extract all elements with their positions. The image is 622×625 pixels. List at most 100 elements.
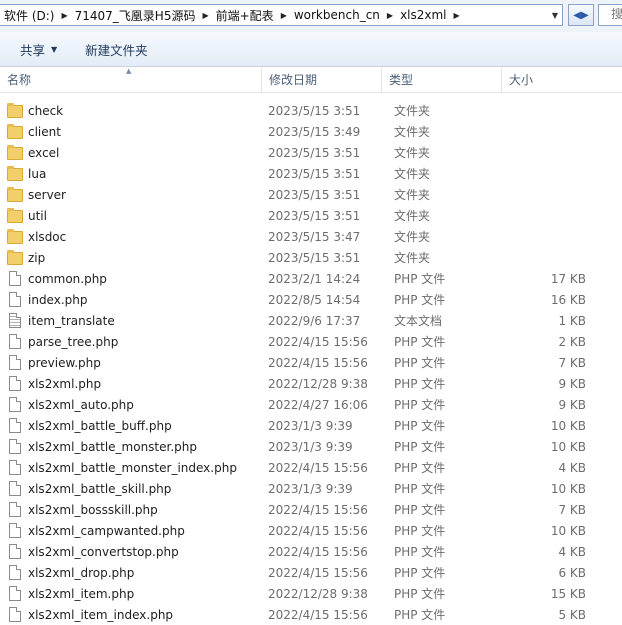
file-type: PHP 文件 [394, 398, 446, 412]
file-row[interactable]: client 2023/5/15 3:49 文件夹 [0, 121, 622, 142]
file-date: 2022/4/15 15:56 [268, 607, 368, 622]
breadcrumb-label: 软件 (D:) [4, 8, 55, 23]
file-type: PHP 文件 [394, 293, 446, 307]
file-name: excel [28, 145, 60, 160]
file-date: 2023/5/15 3:49 [268, 124, 361, 139]
column-size-label: 大小 [509, 73, 534, 87]
file-name-cell: xls2xml_item.php [0, 586, 262, 601]
file-row[interactable]: xls2xml_item.php 2022/12/28 9:38 PHP 文件 15 … [0, 583, 622, 604]
file-row[interactable]: xls2xml_auto.php 2022/4/27 16:06 PHP 文件 9 K… [0, 394, 622, 415]
address-bar-area: 软件 (D:) ▶ 71407_飞凰录H5源码 ▶ 前端+配表 ▶ workbench… [0, 0, 622, 32]
file-row[interactable]: xlsdoc 2023/5/15 3:47 文件夹 [0, 226, 622, 247]
file-row[interactable]: item_translate 2022/9/6 17:37 文本文档 1 KB [0, 310, 622, 331]
file-name-cell: xls2xml_drop.php [0, 565, 262, 580]
php-file-icon [9, 460, 21, 475]
column-name[interactable]: 名称 ▲ [0, 67, 262, 92]
file-name-cell: xlsdoc [0, 229, 262, 244]
file-date: 2022/4/15 15:56 [268, 565, 368, 580]
file-row[interactable]: xls2xml_battle_monster_index.php 2022/4/1… [0, 457, 622, 478]
file-type: PHP 文件 [394, 419, 446, 433]
file-size: 10 KB [550, 418, 586, 433]
php-file-icon [9, 271, 21, 286]
file-date: 2022/4/15 15:56 [268, 544, 368, 559]
file-name-cell: xls2xml_battle_buff.php [0, 418, 262, 433]
chevron-right-icon[interactable]: ▶ [454, 11, 460, 20]
php-file-icon [9, 502, 21, 517]
file-row[interactable]: xls2xml_campwanted.php 2022/4/15 15:56 PHP… [0, 520, 622, 541]
breadcrumb-drive[interactable]: 软件 (D:) ▶ [0, 5, 71, 25]
file-size: 6 KB [558, 565, 586, 580]
breadcrumb-frontend[interactable]: 前端+配表 ▶ [212, 5, 290, 25]
new-folder-button[interactable]: 新建文件夹 [76, 37, 157, 61]
folder-icon [7, 229, 23, 244]
refresh-icon: ◀▶ [573, 9, 589, 21]
file-date: 2022/4/15 15:56 [268, 502, 368, 517]
file-row[interactable]: server 2023/5/15 3:51 文件夹 [0, 184, 622, 205]
file-row[interactable]: zip 2023/5/15 3:51 文件夹 [0, 247, 622, 268]
breadcrumb-project[interactable]: 71407_飞凰录H5源码 ▶ [71, 5, 212, 25]
column-name-label: 名称 [7, 73, 32, 87]
file-name: xls2xml_battle_monster.php [28, 439, 198, 454]
file-type: PHP 文件 [394, 587, 446, 601]
chevron-right-icon[interactable]: ▶ [202, 11, 208, 20]
file-name: common.php [28, 271, 107, 286]
file-row[interactable]: xls2xml_bossskill.php 2022/4/15 15:56 PHP … [0, 499, 622, 520]
new-folder-label: 新建文件夹 [85, 42, 148, 58]
refresh-button[interactable]: ◀▶ [568, 4, 594, 26]
column-size[interactable]: 大小 [502, 67, 622, 92]
address-history-dropdown[interactable]: ▼ [548, 5, 562, 25]
file-type: PHP 文件 [394, 566, 446, 580]
file-name-cell: common.php [0, 271, 262, 286]
file-name: lua [28, 166, 47, 181]
file-row[interactable]: xls2xml_battle_buff.php 2023/1/3 9:39 PHP … [0, 415, 622, 436]
chevron-right-icon[interactable]: ▶ [61, 11, 67, 20]
file-size: 5 KB [558, 607, 586, 622]
file-name-cell: client [0, 124, 262, 139]
php-file-icon [9, 334, 21, 349]
column-header: 名称 ▲ 修改日期 类型 大小 [0, 67, 622, 93]
file-name: preview.php [28, 355, 101, 370]
file-row[interactable]: xls2xml.php 2022/12/28 9:38 PHP 文件 9 KB [0, 373, 622, 394]
chevron-right-icon[interactable]: ▶ [281, 11, 287, 20]
file-row[interactable]: xls2xml_item_index.php 2022/4/15 15:56 PHP… [0, 604, 622, 625]
file-name-cell: preview.php [0, 355, 262, 370]
address-bar[interactable]: 软件 (D:) ▶ 71407_飞凰录H5源码 ▶ 前端+配表 ▶ workbench… [0, 4, 563, 26]
folder-icon [7, 124, 23, 139]
file-name: xls2xml_auto.php [28, 397, 134, 412]
column-date[interactable]: 修改日期 [262, 67, 382, 92]
breadcrumb-workbench[interactable]: workbench_cn ▶ [290, 5, 396, 25]
breadcrumb-current[interactable]: xls2xml ▶ [396, 5, 463, 25]
breadcrumb-label: xls2xml [400, 8, 447, 22]
file-name-cell: xls2xml_auto.php [0, 397, 262, 412]
file-row[interactable]: xls2xml_drop.php 2022/4/15 15:56 PHP 文件 6 K… [0, 562, 622, 583]
file-date: 2022/8/5 14:54 [268, 292, 361, 307]
file-name-cell: xls2xml_bossskill.php [0, 502, 262, 517]
file-row[interactable]: common.php 2023/2/1 14:24 PHP 文件 17 KB [0, 268, 622, 289]
file-row[interactable]: parse_tree.php 2022/4/15 15:56 PHP 文件 2 KB [0, 331, 622, 352]
file-type: PHP 文件 [394, 461, 446, 475]
file-name-cell: parse_tree.php [0, 334, 262, 349]
file-size: 10 KB [550, 481, 586, 496]
chevron-right-icon[interactable]: ▶ [387, 11, 393, 20]
file-name: util [28, 208, 47, 223]
search-input[interactable]: 搜 [598, 4, 622, 26]
file-row[interactable]: xls2xml_convertstop.php 2022/4/15 15:56 PH… [0, 541, 622, 562]
file-row[interactable]: check 2023/5/15 3:51 文件夹 [0, 100, 622, 121]
command-bar: 共享 ▼ 新建文件夹 [0, 32, 622, 67]
share-menu-button[interactable]: 共享 ▼ [11, 37, 66, 61]
folder-icon [7, 166, 23, 181]
file-type: PHP 文件 [394, 524, 446, 538]
column-type[interactable]: 类型 [382, 67, 502, 92]
file-type: 文件夹 [394, 230, 431, 244]
file-row[interactable]: xls2xml_battle_skill.php 2023/1/3 9:39 PHP… [0, 478, 622, 499]
file-row[interactable]: lua 2023/5/15 3:51 文件夹 [0, 163, 622, 184]
php-file-icon [9, 523, 21, 538]
file-row[interactable]: util 2023/5/15 3:51 文件夹 [0, 205, 622, 226]
file-row[interactable]: excel 2023/5/15 3:51 文件夹 [0, 142, 622, 163]
file-name: parse_tree.php [28, 334, 119, 349]
file-row[interactable]: index.php 2022/8/5 14:54 PHP 文件 16 KB [0, 289, 622, 310]
file-date: 2022/4/15 15:56 [268, 334, 368, 349]
file-name: xls2xml_convertstop.php [28, 544, 179, 559]
file-row[interactable]: preview.php 2022/4/15 15:56 PHP 文件 7 KB [0, 352, 622, 373]
file-row[interactable]: xls2xml_battle_monster.php 2023/1/3 9:39 P… [0, 436, 622, 457]
